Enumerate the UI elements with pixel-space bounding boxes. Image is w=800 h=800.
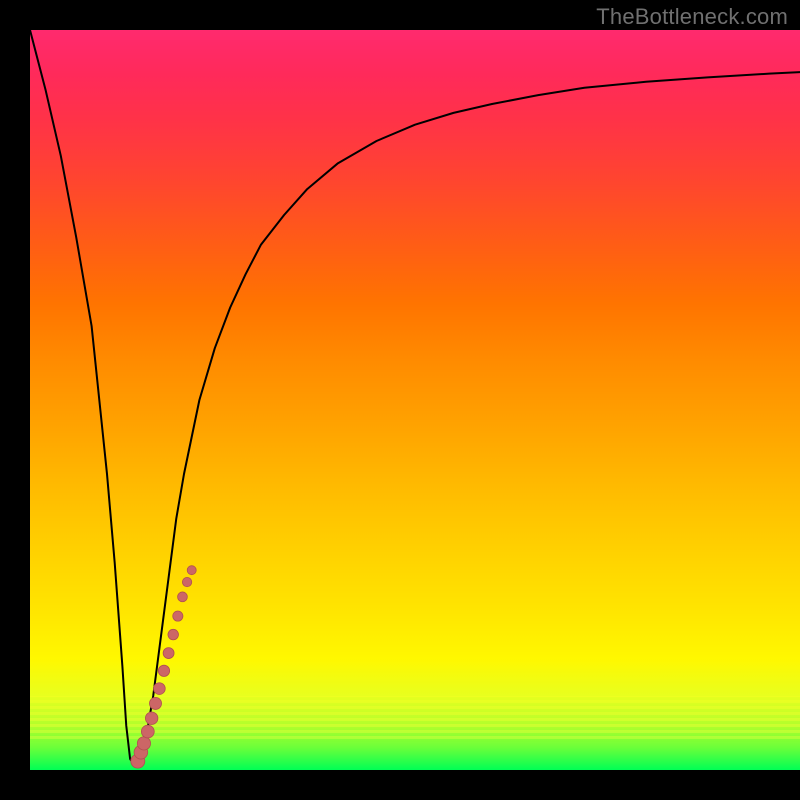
chart-container: TheBottleneck.com xyxy=(0,0,800,800)
highlight-dot xyxy=(168,629,179,640)
highlight-dot xyxy=(173,611,183,621)
highlight-dot xyxy=(145,712,157,724)
highlight-dot xyxy=(141,725,154,738)
watermark-text: TheBottleneck.com xyxy=(596,4,788,30)
highlight-dot xyxy=(154,683,166,695)
plot-area xyxy=(30,30,800,770)
bottleneck-curve xyxy=(30,30,800,765)
curve-layer xyxy=(30,30,800,770)
highlight-dot xyxy=(137,737,150,750)
highlight-dots-group xyxy=(131,566,196,768)
highlight-dot xyxy=(182,577,191,586)
highlight-dot xyxy=(163,648,174,659)
highlight-dot xyxy=(187,566,196,575)
highlight-dot xyxy=(149,697,161,709)
highlight-dot xyxy=(158,665,169,676)
highlight-dot xyxy=(178,592,188,602)
